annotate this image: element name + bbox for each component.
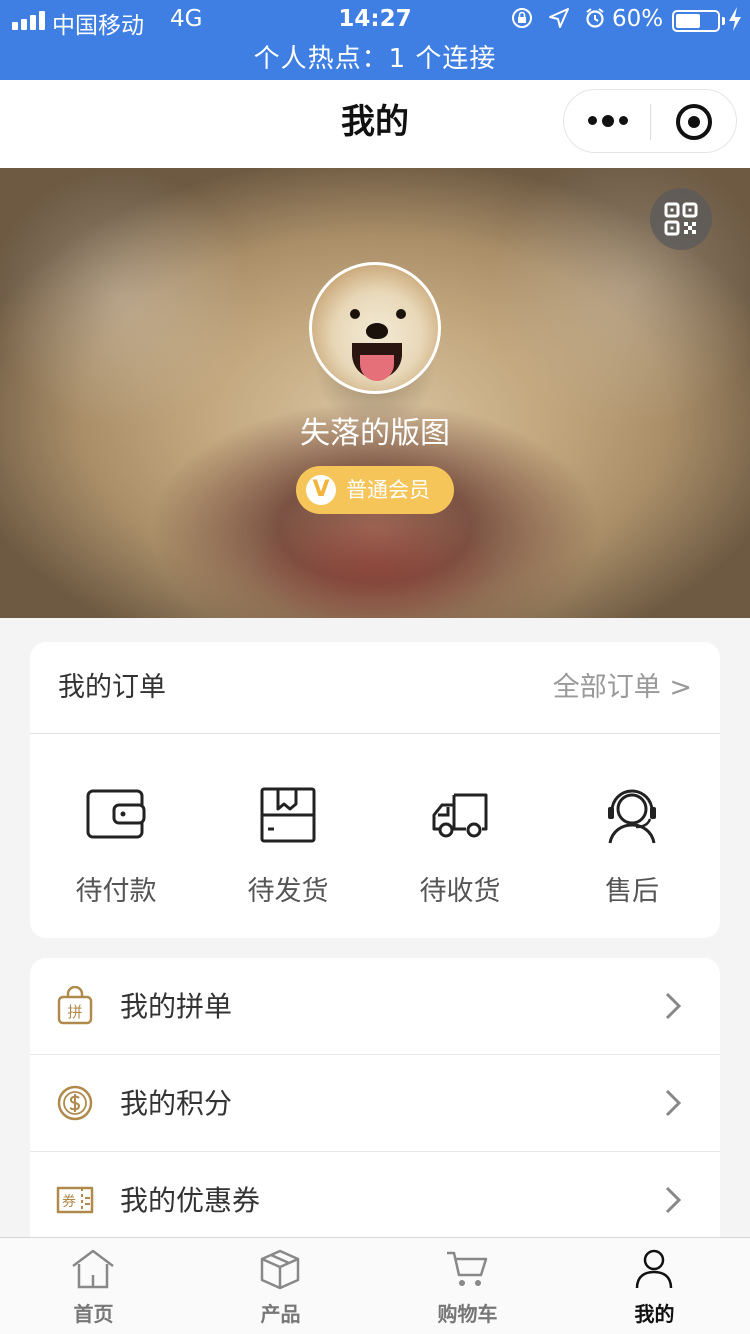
- wallet-icon: [86, 789, 146, 839]
- svg-text:拼: 拼: [67, 1003, 82, 1021]
- charging-bolt-icon: [728, 6, 742, 38]
- cart-icon: [447, 1251, 488, 1286]
- order-status-label: 售后: [605, 876, 659, 907]
- battery-icon: [672, 10, 720, 32]
- menu-item-coupons[interactable]: 券 我的优惠券: [30, 1152, 720, 1249]
- vip-icon: V: [306, 475, 336, 505]
- status-bar: 中国移动 4G 14:27 60% 个人热点：1 个连接: [0, 0, 750, 80]
- chevron-right-icon: [665, 1186, 682, 1214]
- order-status-label: 待收货: [419, 876, 501, 907]
- menu-item-label: 我的优惠券: [120, 1184, 261, 1217]
- all-orders-link[interactable]: 全部订单 >: [553, 642, 692, 734]
- tab-label: 首页: [73, 1302, 114, 1326]
- order-status-label: 待付款: [75, 876, 157, 907]
- profile-header: 失落的版图 V 普通会员: [0, 168, 750, 618]
- capsule-divider: [650, 104, 651, 140]
- delivery-truck-icon: [432, 793, 488, 838]
- chevron-right-icon: [665, 992, 682, 1020]
- member-level-badge[interactable]: V 普通会员: [296, 466, 454, 514]
- tab-label: 我的: [634, 1302, 675, 1326]
- order-status-after-sales[interactable]: 售后: [546, 735, 718, 938]
- tab-products[interactable]: 产品: [187, 1238, 374, 1334]
- close-miniprogram-icon[interactable]: [676, 104, 712, 140]
- tab-label: 产品: [260, 1302, 301, 1326]
- menu-item-label: 我的积分: [120, 1087, 233, 1120]
- avatar[interactable]: [309, 262, 441, 394]
- product-box-icon: [260, 1249, 300, 1290]
- orders-title: 我的订单: [58, 672, 166, 703]
- hotspot-banner[interactable]: 个人热点：1 个连接: [0, 40, 750, 80]
- menu-item-points[interactable]: 我的积分: [30, 1055, 720, 1152]
- more-options-icon[interactable]: [588, 115, 628, 127]
- username: 失落的版图: [300, 416, 450, 451]
- order-status-pending-shipment[interactable]: 待发货: [202, 735, 374, 938]
- order-status-label: 待发货: [247, 876, 329, 907]
- order-status-pending-payment[interactable]: 待付款: [30, 735, 202, 938]
- menu-item-label: 我的拼单: [120, 990, 233, 1023]
- qr-code-icon: [664, 202, 698, 236]
- menu-list: 拼 我的拼单 我的积分 券 我的优惠券: [30, 958, 720, 1258]
- alarm-icon: [584, 7, 606, 34]
- orders-header: 我的订单 全部订单 >: [30, 642, 720, 734]
- miniprogram-capsule: [563, 89, 737, 153]
- group-buy-bag-icon: 拼: [57, 986, 93, 1025]
- package-icon: [260, 787, 316, 843]
- nav-bar: 我的: [0, 80, 750, 168]
- coupon-icon: 券: [56, 1186, 94, 1214]
- battery-percent: 60%: [612, 6, 664, 32]
- tab-mine[interactable]: 我的: [561, 1238, 748, 1334]
- home-icon: [72, 1249, 114, 1289]
- menu-item-group-buy[interactable]: 拼 我的拼单: [30, 958, 720, 1055]
- rotation-lock-icon: [510, 6, 534, 35]
- order-status-pending-receipt[interactable]: 待收货: [374, 735, 546, 938]
- points-coin-icon: [57, 1085, 93, 1121]
- tab-cart[interactable]: 购物车: [374, 1238, 561, 1334]
- chevron-right-icon: [665, 1089, 682, 1117]
- member-level-label: 普通会员: [346, 478, 430, 502]
- bottom-tab-bar: 首页 产品 购物车 我的: [0, 1237, 750, 1334]
- qr-code-button[interactable]: [650, 188, 712, 250]
- tab-label: 购物车: [437, 1302, 498, 1326]
- customer-service-icon: [608, 789, 656, 844]
- svg-text:券: 券: [62, 1194, 76, 1210]
- location-arrow-icon: [548, 7, 570, 34]
- orders-card: 我的订单 全部订单 > 待付款 待发货 待收货 售后: [30, 642, 720, 938]
- tab-home[interactable]: 首页: [0, 1238, 187, 1334]
- user-icon: [635, 1249, 673, 1289]
